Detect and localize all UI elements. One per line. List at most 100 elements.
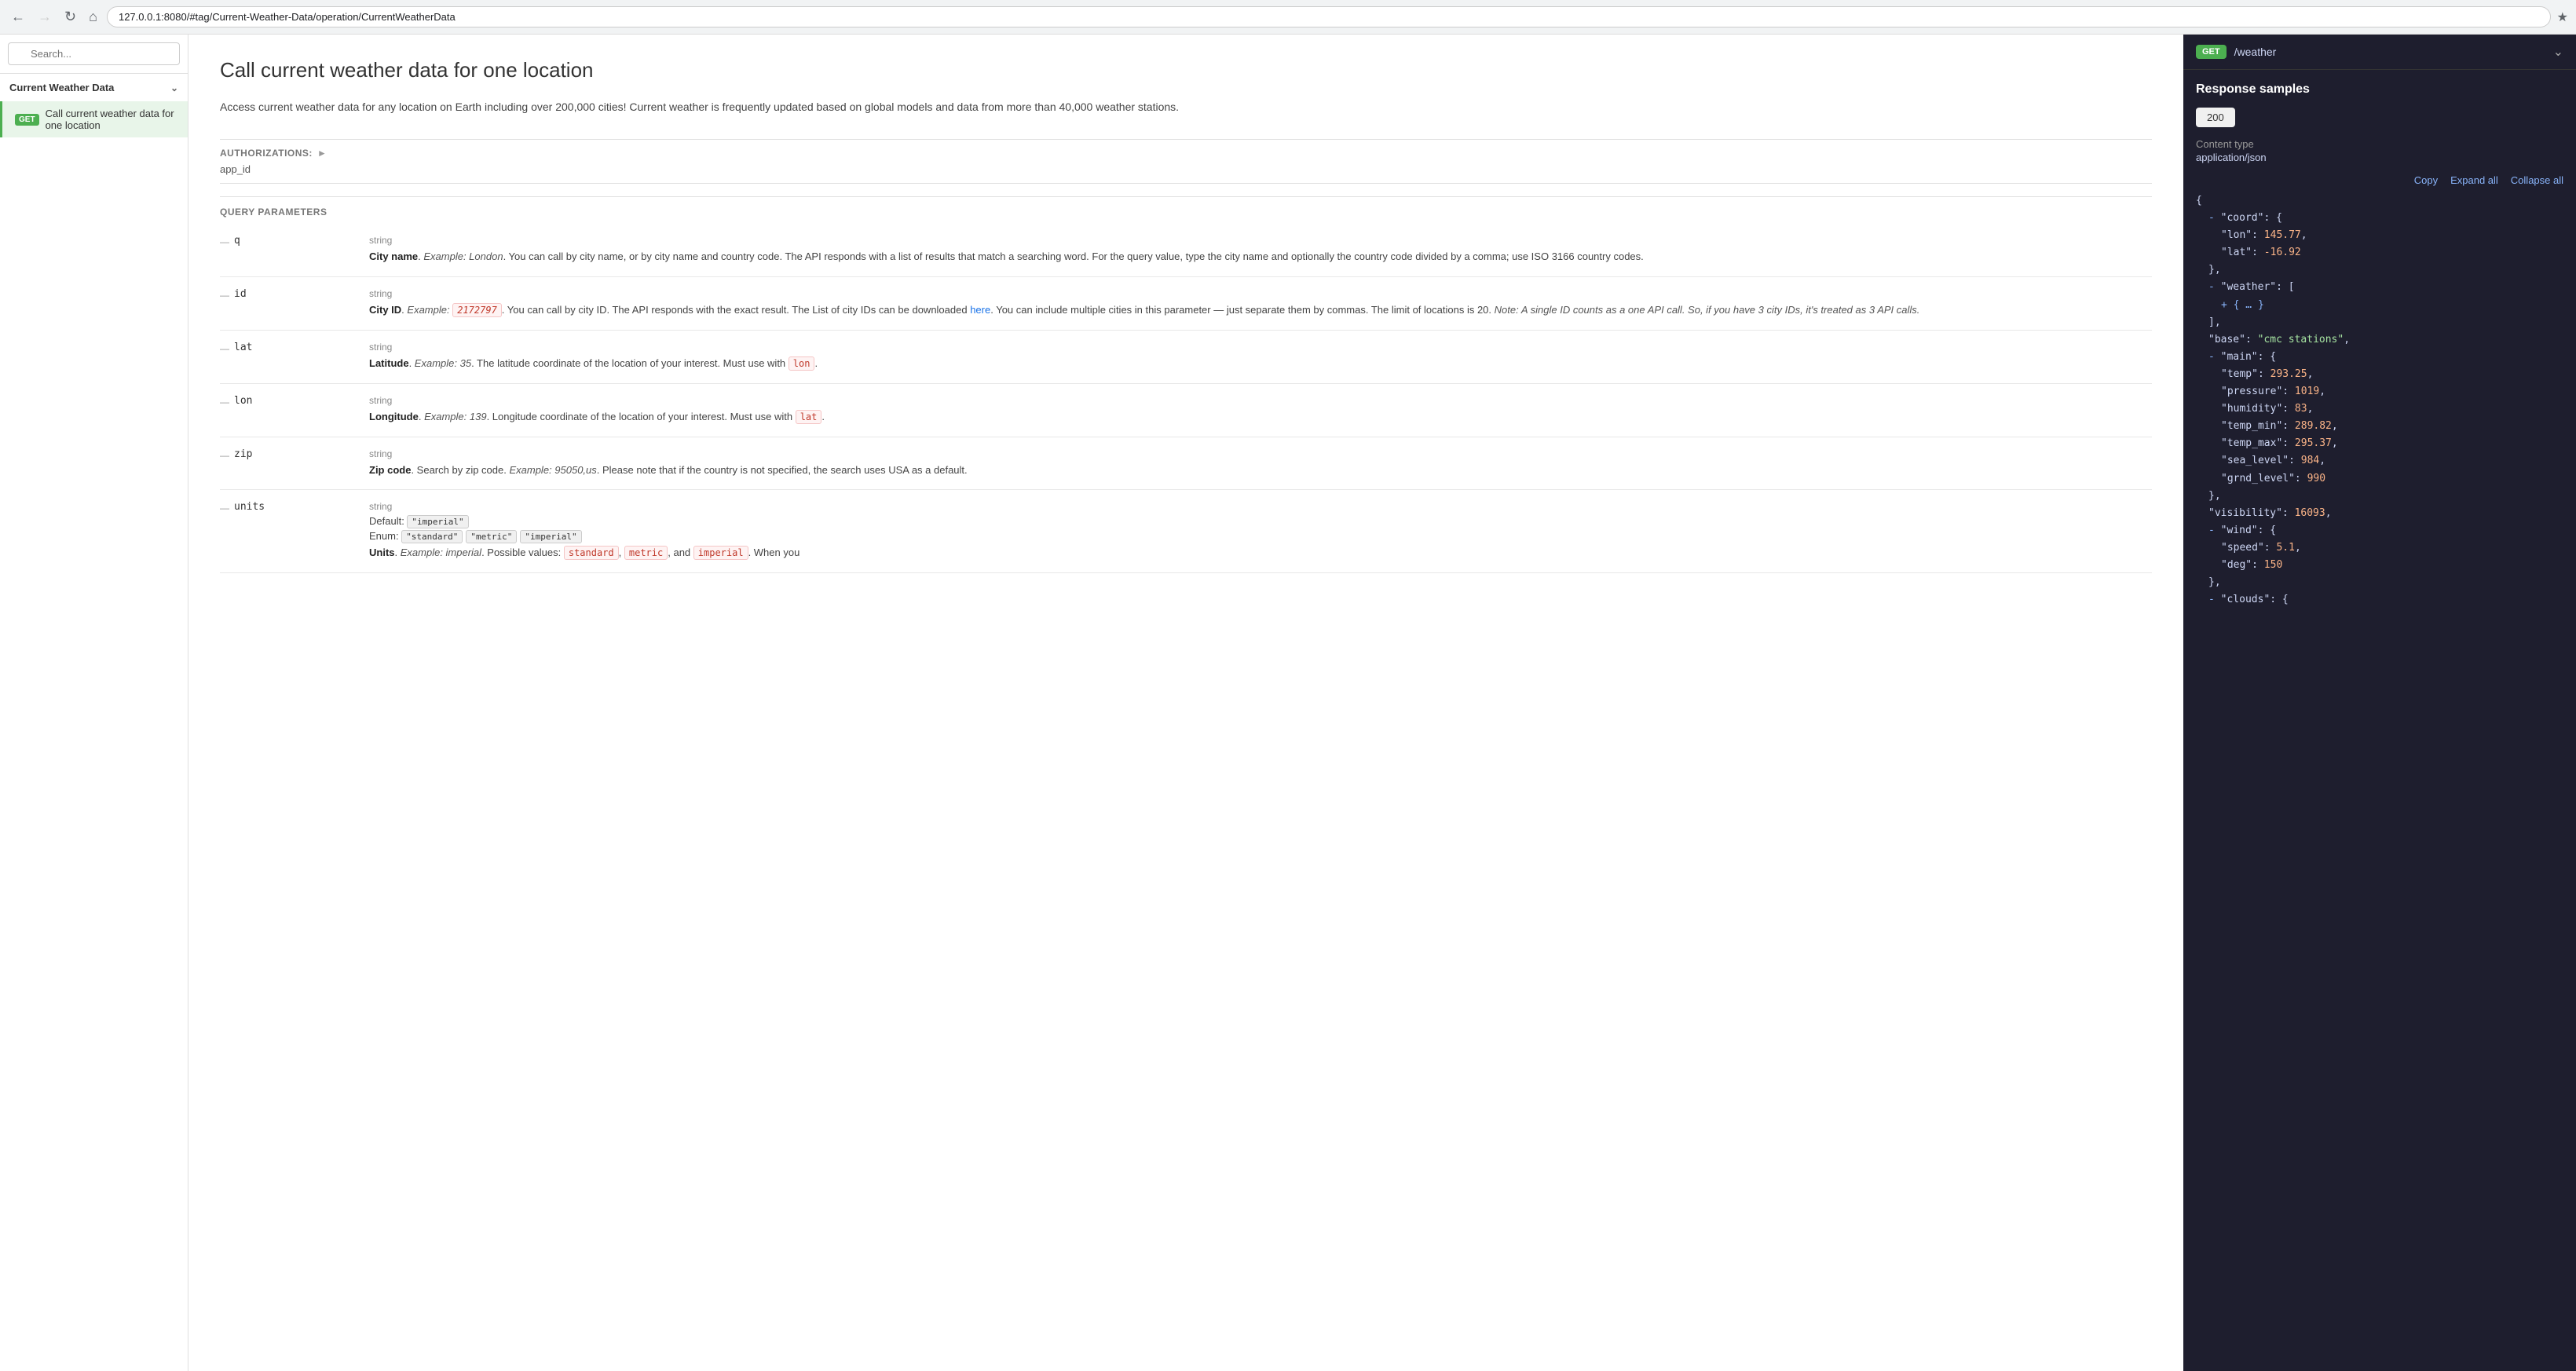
- json-temp-min-line: "temp_min": 289.82,: [2196, 418, 2563, 435]
- param-desc-lat: Latitude. Example: 35. The latitude coor…: [369, 356, 2152, 372]
- status-200-tab[interactable]: 200: [2196, 108, 2235, 127]
- sidebar: 🔍 Current Weather Data ⌄ GET Call curren…: [0, 35, 188, 1371]
- json-wind-line: - "wind": {: [2196, 522, 2563, 539]
- content-type-label: Content type: [2196, 138, 2563, 150]
- json-weather-close: ],: [2196, 314, 2563, 331]
- sidebar-item-label: Call current weather data for one locati…: [46, 108, 178, 131]
- json-open-brace: {: [2196, 192, 2563, 210]
- json-collapse-weather[interactable]: -: [2208, 281, 2215, 293]
- param-right-lat: string Latitude. Example: 35. The latitu…: [369, 342, 2152, 372]
- param-expand-icon-lon[interactable]: ―: [220, 397, 229, 408]
- right-panel: GET /weather ⌄ Response samples 200 Cont…: [2183, 35, 2576, 1371]
- right-get-badge: GET: [2196, 45, 2227, 59]
- param-left-lon: ― lon: [220, 395, 353, 426]
- param-type-lat: string: [369, 342, 2152, 353]
- authorizations-section: AUTHORIZATIONS: ►: [220, 139, 2152, 163]
- json-temp-max-line: "temp_max": 295.37,: [2196, 435, 2563, 452]
- param-row-lon: ― lon string Longitude. Example: 139. Lo…: [220, 384, 2152, 437]
- json-block: { - "coord": { "lon": 145.77, "lat": -16…: [2196, 192, 2563, 609]
- param-desc-units: Units. Example: imperial. Possible value…: [369, 545, 2152, 561]
- param-name-units: units: [234, 501, 265, 513]
- param-type-lon: string: [369, 395, 2152, 406]
- expand-button[interactable]: ⌄: [2553, 44, 2563, 60]
- param-desc-lon: Longitude. Example: 139. Longitude coord…: [369, 409, 2152, 426]
- json-coord-line: - "coord": {: [2196, 210, 2563, 227]
- main-content: Call current weather data for one locati…: [188, 35, 2183, 1371]
- param-row-lat: ― lat string Latitude. Example: 35. The …: [220, 331, 2152, 384]
- home-button[interactable]: ⌂: [86, 5, 101, 28]
- json-main-close: },: [2196, 488, 2563, 505]
- expand-all-button[interactable]: Expand all: [2450, 174, 2498, 186]
- json-deg-line: "deg": 150: [2196, 557, 2563, 574]
- browser-chrome: ← → ↻ ⌂ 127.0.0.1:8080/#tag/Current-Weat…: [0, 0, 2576, 35]
- param-name-lat: lat: [234, 342, 252, 353]
- param-desc-q: City name. Example: London. You can call…: [369, 249, 2152, 265]
- content-type-value: application/json: [2196, 152, 2563, 163]
- param-name-lon: lon: [234, 395, 252, 407]
- param-right-lon: string Longitude. Example: 139. Longitud…: [369, 395, 2152, 426]
- copy-button[interactable]: Copy: [2414, 174, 2438, 186]
- expand-arrow-icon[interactable]: ►: [317, 148, 327, 159]
- chevron-down-icon: ⌄: [170, 82, 178, 93]
- authorizations-label: AUTHORIZATIONS:: [220, 148, 313, 159]
- page-title: Call current weather data for one locati…: [220, 58, 2152, 82]
- json-lon-line: "lon": 145.77,: [2196, 227, 2563, 244]
- param-expand-icon-lat[interactable]: ―: [220, 343, 229, 354]
- param-left-q: ― q: [220, 235, 353, 265]
- param-right-units: string Default: "imperial" Enum: "standa…: [369, 501, 2152, 561]
- param-type-q: string: [369, 235, 2152, 246]
- json-collapse-main[interactable]: -: [2208, 351, 2215, 363]
- search-input[interactable]: [8, 42, 180, 65]
- param-enum-units: Enum: "standard""metric""imperial": [369, 530, 2152, 542]
- response-samples-section: Response samples 200 Content type applic…: [2183, 70, 2576, 1371]
- param-desc-id: City ID. Example: 2172797. You can call …: [369, 302, 2152, 319]
- sidebar-section-title: Current Weather Data: [9, 82, 114, 93]
- param-expand-icon-id[interactable]: ―: [220, 290, 229, 301]
- json-pressure-line: "pressure": 1019,: [2196, 383, 2563, 400]
- address-bar[interactable]: 127.0.0.1:8080/#tag/Current-Weather-Data…: [107, 6, 2551, 27]
- param-left-id: ― id: [220, 288, 353, 319]
- collapse-all-button[interactable]: Collapse all: [2511, 174, 2563, 186]
- forward-button[interactable]: →: [35, 5, 55, 28]
- json-wind-close: },: [2196, 574, 2563, 591]
- json-collapse-clouds[interactable]: -: [2208, 594, 2215, 605]
- json-visibility-line: "visibility": 16093,: [2196, 505, 2563, 522]
- param-name-q: q: [234, 235, 240, 247]
- json-weather-expand[interactable]: + { … }: [2196, 297, 2563, 314]
- param-name-zip: zip: [234, 448, 252, 460]
- bookmark-button[interactable]: ★: [2557, 9, 2568, 25]
- url-text: 127.0.0.1:8080/#tag/Current-Weather-Data…: [119, 11, 2539, 23]
- get-badge: GET: [15, 114, 39, 126]
- app-layout: 🔍 Current Weather Data ⌄ GET Call curren…: [0, 35, 2576, 1371]
- param-expand-icon-units[interactable]: ―: [220, 503, 229, 514]
- json-base-line: "base": "cmc stations",: [2196, 331, 2563, 349]
- here-link[interactable]: here: [970, 304, 990, 316]
- sidebar-item-current-weather[interactable]: GET Call current weather data for one lo…: [0, 101, 188, 137]
- auth-value: app_id: [220, 163, 2152, 184]
- json-humidity-line: "humidity": 83,: [2196, 400, 2563, 418]
- param-row-id: ― id string City ID. Example: 2172797. Y…: [220, 277, 2152, 331]
- param-right-id: string City ID. Example: 2172797. You ca…: [369, 288, 2152, 319]
- json-speed-line: "speed": 5.1,: [2196, 539, 2563, 557]
- right-panel-header: GET /weather ⌄: [2183, 35, 2576, 70]
- json-weather-line: - "weather": [: [2196, 279, 2563, 296]
- json-collapse-wind[interactable]: -: [2208, 525, 2215, 536]
- json-temp-line: "temp": 293.25,: [2196, 366, 2563, 383]
- response-samples-title: Response samples: [2196, 82, 2563, 97]
- param-row-q: ― q string City name. Example: London. Y…: [220, 224, 2152, 277]
- json-collapse-coord[interactable]: -: [2208, 212, 2215, 224]
- search-box: 🔍: [0, 35, 188, 74]
- reload-button[interactable]: ↻: [61, 5, 79, 28]
- rph-inner: GET /weather: [2196, 45, 2553, 59]
- param-default-units: Default: "imperial": [369, 515, 2152, 527]
- param-row-zip: ― zip string Zip code. Search by zip cod…: [220, 437, 2152, 491]
- back-button[interactable]: ←: [8, 5, 28, 28]
- param-type-zip: string: [369, 448, 2152, 459]
- param-expand-icon-q[interactable]: ―: [220, 236, 229, 247]
- json-coord-close: },: [2196, 261, 2563, 279]
- param-expand-icon-zip[interactable]: ―: [220, 450, 229, 461]
- sidebar-section-header[interactable]: Current Weather Data ⌄: [0, 74, 188, 101]
- param-right-q: string City name. Example: London. You c…: [369, 235, 2152, 265]
- query-params-label: QUERY PARAMETERS: [220, 196, 2152, 218]
- json-clouds-line: - "clouds": {: [2196, 591, 2563, 609]
